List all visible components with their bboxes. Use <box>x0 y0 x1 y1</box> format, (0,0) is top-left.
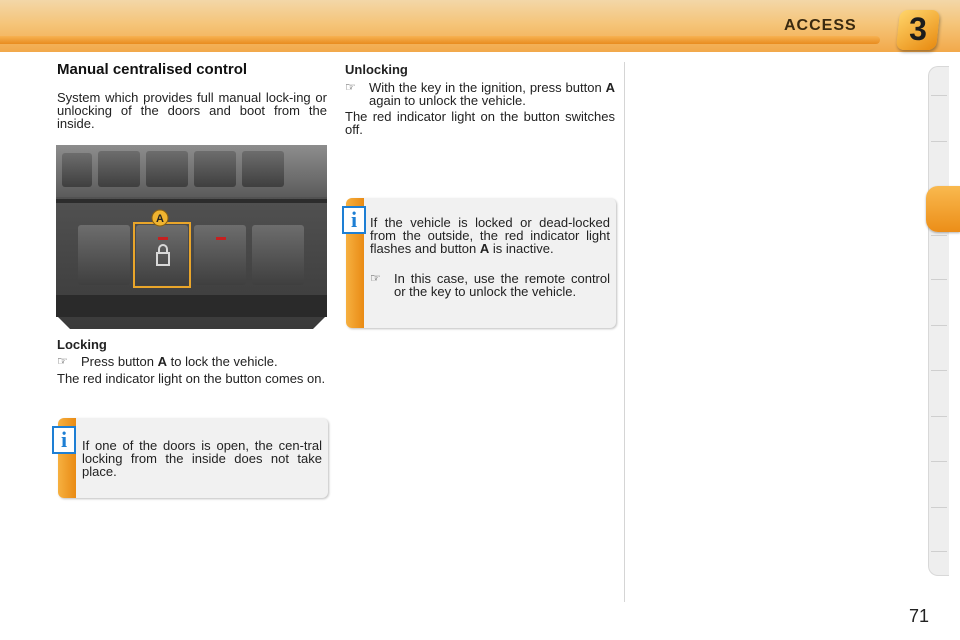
column-divider <box>624 62 625 602</box>
page-number: 71 <box>909 606 930 626</box>
console-photo: A <box>56 145 327 329</box>
tab-divider <box>931 279 947 280</box>
tab-divider <box>931 95 947 96</box>
chapter-number: 3 <box>909 11 927 47</box>
tab-divider <box>931 235 947 236</box>
info-deadlock-step-text: In this case, use the remote control or … <box>394 271 610 299</box>
unlocking-heading: Unlocking <box>345 62 408 77</box>
photo-callout-label: A <box>156 213 164 225</box>
intro-paragraph: System which provides full manual lock-i… <box>57 90 327 131</box>
tab-divider <box>931 325 947 326</box>
unlocking-step-post: again to unlock the vehicle. <box>369 93 526 108</box>
pointing-hand-icon: ☞ <box>370 271 381 285</box>
unlocking-step: ☞ With the key in the ignition, press bu… <box>345 80 615 108</box>
chapter-tab-active[interactable] <box>926 186 960 232</box>
info-text-doors: If one of the doors is open, the cen-tra… <box>82 438 322 479</box>
pointing-hand-icon: ☞ <box>57 354 68 368</box>
info-icon: i <box>342 206 366 234</box>
info-deadlock-step: ☞ In this case, use the remote control o… <box>370 271 610 299</box>
tab-divider <box>931 461 947 462</box>
tab-divider <box>931 416 947 417</box>
tab-divider <box>931 141 947 142</box>
pointing-hand-icon: ☞ <box>345 80 356 94</box>
info-icon: i <box>52 426 76 454</box>
section-title: Manual centralised control <box>57 61 248 78</box>
locking-step-pre: Press button <box>81 354 158 369</box>
chapter-title: ACCESS <box>784 17 857 34</box>
chapter-tabs <box>926 66 960 576</box>
tab-divider <box>931 370 947 371</box>
button-key-a: A <box>157 354 167 369</box>
locking-step: ☞ Press button A to lock the vehicle. <box>57 354 327 369</box>
tab-divider <box>931 507 947 508</box>
info-text-deadlock: If the vehicle is locked or dead-locked … <box>370 216 610 255</box>
info-box-doors: If one of the doors is open, the cen-tra… <box>58 418 328 498</box>
unlocking-result: The red indicator light on the button sw… <box>345 109 615 137</box>
locking-step-post: to lock the vehicle. <box>167 354 278 369</box>
locking-step-text: Press button A to lock the vehicle. <box>57 355 327 368</box>
unlocking-step-text: With the key in the ignition, press butt… <box>345 81 615 107</box>
tab-divider <box>931 551 947 552</box>
chapter-badge: 3 <box>895 10 941 50</box>
locking-result: The red indicator light on the button co… <box>57 371 326 386</box>
info-box-deadlock: If the vehicle is locked or dead-locked … <box>346 198 616 328</box>
button-key-a: A <box>479 241 490 256</box>
locking-heading: Locking <box>57 337 107 352</box>
info-deadlock-post: is inactive. <box>489 241 554 256</box>
chapter-tab-strip <box>928 66 949 576</box>
button-key-a: A <box>605 80 615 95</box>
